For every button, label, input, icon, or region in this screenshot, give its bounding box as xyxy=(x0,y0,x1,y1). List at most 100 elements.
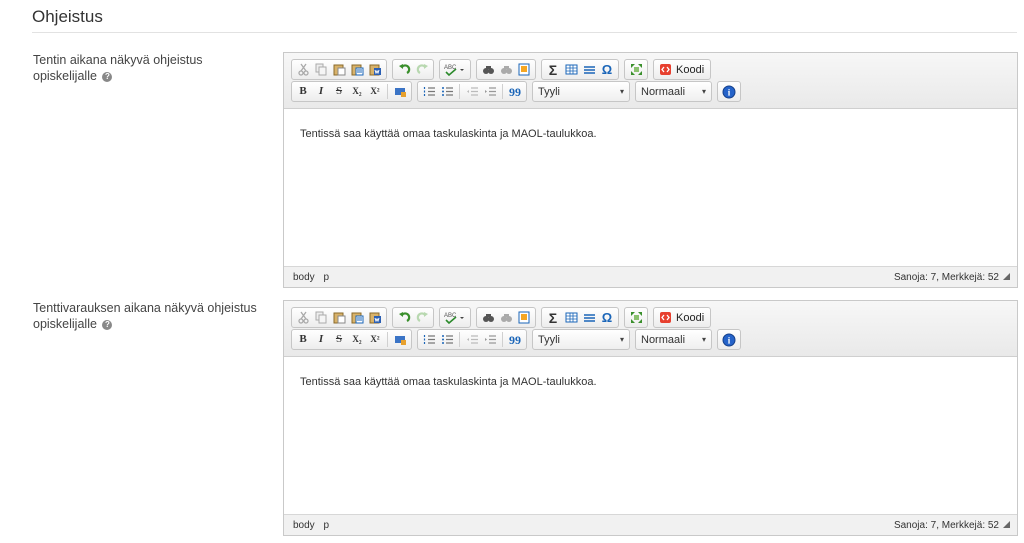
style-dropdown-label: Tyyli xyxy=(538,333,560,346)
blockquote-icon[interactable]: 99 xyxy=(507,83,523,100)
superscript-icon[interactable]: X² xyxy=(367,83,383,100)
rich-text-editor: ABC Σ Ω Koodi B I S X₂ X² 99 Tyyli ▾ Nor… xyxy=(283,300,1018,536)
replace-icon[interactable] xyxy=(498,309,514,326)
cut-icon[interactable] xyxy=(295,61,311,78)
maximize-icon[interactable] xyxy=(628,309,644,326)
editor-content[interactable]: Tentissä saa käyttää omaa taskulaskinta … xyxy=(284,109,1017,266)
section-divider xyxy=(32,32,1017,33)
maximize-group xyxy=(624,59,648,80)
list-group: 99 xyxy=(417,329,527,350)
formula-icon[interactable]: Σ xyxy=(545,61,561,78)
subscript-icon[interactable]: X₂ xyxy=(349,83,365,100)
copy-icon[interactable] xyxy=(313,61,329,78)
field-label-line1: Tentin aikana näkyvä ohjeistus xyxy=(33,53,203,67)
bold-icon[interactable]: B xyxy=(295,331,311,348)
spellcheck-group: ABC xyxy=(439,307,471,328)
field-label-line2: opiskelijalle xyxy=(33,317,97,331)
path-item-p[interactable]: p xyxy=(323,520,329,531)
field-label-line2: opiskelijalle xyxy=(33,69,97,83)
style-dropdown[interactable]: Tyyli ▾ xyxy=(532,81,630,102)
style-dropdown[interactable]: Tyyli ▾ xyxy=(532,329,630,350)
basic-styles-group: B I S X₂ X² xyxy=(291,81,412,102)
paste-icon[interactable] xyxy=(331,61,347,78)
indent-icon[interactable] xyxy=(482,331,498,348)
word-count: Sanoja: 7, Merkkejä: 52 xyxy=(893,271,999,283)
paste-icon[interactable] xyxy=(331,309,347,326)
editor-content[interactable]: Tentissä saa käyttää omaa taskulaskinta … xyxy=(284,357,1017,514)
table-icon[interactable] xyxy=(563,309,579,326)
path-item-p[interactable]: p xyxy=(323,272,329,283)
horizontal-rule-icon[interactable] xyxy=(581,309,597,326)
paste-word-icon[interactable] xyxy=(367,61,383,78)
clipboard-group xyxy=(291,59,387,80)
replace-icon[interactable] xyxy=(498,61,514,78)
about-icon[interactable]: i xyxy=(721,83,737,100)
cut-icon[interactable] xyxy=(295,309,311,326)
list-group: 99 xyxy=(417,81,527,102)
subscript-icon[interactable]: X₂ xyxy=(349,331,365,348)
about-icon[interactable]: i xyxy=(721,331,737,348)
word-count-wrap: Sanoja: 7, Merkkejä: 52 xyxy=(894,520,1010,531)
italic-icon[interactable]: I xyxy=(313,83,329,100)
bold-icon[interactable]: B xyxy=(295,83,311,100)
source-icon[interactable] xyxy=(657,309,673,326)
find-icon[interactable] xyxy=(480,61,496,78)
format-dropdown[interactable]: Normaali ▾ xyxy=(635,81,712,102)
resize-handle[interactable] xyxy=(1003,272,1010,280)
field-label-line1: Tenttivarauksen aikana näkyvä ohjeistus xyxy=(33,301,257,315)
formula-icon[interactable]: Σ xyxy=(545,309,561,326)
toolbar-separator xyxy=(387,332,388,347)
rich-text-editor: ABC Σ Ω Koodi B I S X₂ X² 99 Tyyli ▾ Nor… xyxy=(283,52,1018,288)
strikethrough-icon[interactable]: S xyxy=(331,83,347,100)
bulleted-list-icon[interactable] xyxy=(439,83,455,100)
blockquote-icon[interactable]: 99 xyxy=(507,331,523,348)
undo-group xyxy=(392,307,434,328)
toolbar-separator xyxy=(459,84,460,99)
select-all-icon[interactable] xyxy=(516,309,532,326)
numbered-list-icon[interactable] xyxy=(421,83,437,100)
help-icon[interactable]: ? xyxy=(102,320,113,330)
redo-icon[interactable] xyxy=(414,61,430,78)
path-item-body[interactable]: body xyxy=(293,520,315,531)
insert-group: Σ Ω xyxy=(541,307,619,328)
outdent-icon[interactable] xyxy=(464,331,480,348)
table-icon[interactable] xyxy=(563,61,579,78)
bulleted-list-icon[interactable] xyxy=(439,331,455,348)
maximize-icon[interactable] xyxy=(628,61,644,78)
undo-icon[interactable] xyxy=(396,61,412,78)
italic-icon[interactable]: I xyxy=(313,331,329,348)
field-label: Tentin aikana näkyvä ohjeistus opiskelij… xyxy=(33,52,263,84)
superscript-icon[interactable]: X² xyxy=(367,331,383,348)
maximize-group xyxy=(624,307,648,328)
format-dropdown[interactable]: Normaali ▾ xyxy=(635,329,712,350)
resize-handle[interactable] xyxy=(1003,520,1010,528)
copy-icon[interactable] xyxy=(313,309,329,326)
special-char-icon[interactable]: Ω xyxy=(599,309,615,326)
toolbar-separator xyxy=(387,84,388,99)
spellcheck-icon[interactable]: ABC xyxy=(443,61,467,78)
indent-icon[interactable] xyxy=(482,83,498,100)
source-button[interactable]: Koodi xyxy=(674,312,708,324)
paste-text-icon[interactable] xyxy=(349,61,365,78)
spellcheck-icon[interactable]: ABC xyxy=(443,309,467,326)
path-item-body[interactable]: body xyxy=(293,272,315,283)
select-all-icon[interactable] xyxy=(516,61,532,78)
find-icon[interactable] xyxy=(480,309,496,326)
paste-word-icon[interactable] xyxy=(367,309,383,326)
undo-icon[interactable] xyxy=(396,309,412,326)
help-icon[interactable]: ? xyxy=(102,72,113,82)
numbered-list-icon[interactable] xyxy=(421,331,437,348)
special-char-icon[interactable]: Ω xyxy=(599,61,615,78)
outdent-icon[interactable] xyxy=(464,83,480,100)
redo-icon[interactable] xyxy=(414,309,430,326)
about-group: i xyxy=(717,329,741,350)
source-button[interactable]: Koodi xyxy=(674,64,708,76)
remove-format-icon[interactable] xyxy=(392,83,408,100)
paste-text-icon[interactable] xyxy=(349,309,365,326)
source-icon[interactable] xyxy=(657,61,673,78)
strikethrough-icon[interactable]: S xyxy=(331,331,347,348)
word-count-wrap: Sanoja: 7, Merkkejä: 52 xyxy=(894,272,1010,283)
toolbar-row-2: B I S X₂ X² 99 Tyyli ▾ Normaali ▾ i xyxy=(291,81,746,102)
horizontal-rule-icon[interactable] xyxy=(581,61,597,78)
remove-format-icon[interactable] xyxy=(392,331,408,348)
